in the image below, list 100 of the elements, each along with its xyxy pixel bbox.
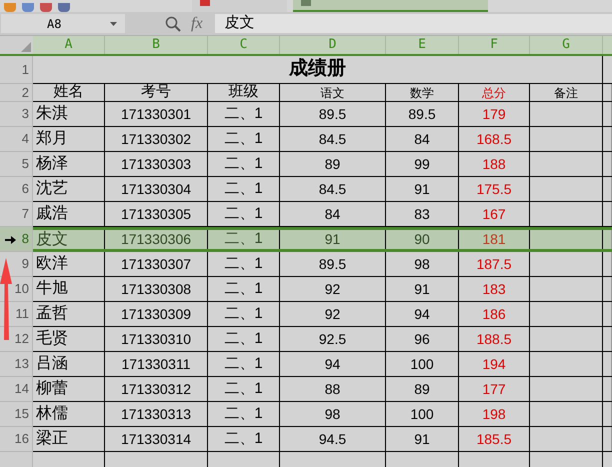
toolbar-icon[interactable] <box>58 3 70 12</box>
score-cell-text: 92.5 <box>318 330 346 348</box>
total-cell-text: 198 <box>482 404 506 424</box>
class-cell-text: 二、1 <box>224 328 263 349</box>
id-cell-text: 171330303 <box>120 154 192 174</box>
column-label: 数学 <box>410 84 434 102</box>
total-cell-text: 167 <box>482 204 506 224</box>
document-icon <box>200 0 210 6</box>
pointer-icon <box>5 236 16 244</box>
name-cell-text: 梁正 <box>36 428 68 449</box>
total-cell-text: 181 <box>482 230 506 249</box>
name-cell-text: 郑月 <box>36 129 68 149</box>
score-cell-text: 91 <box>414 430 430 448</box>
id-cell-text: 171330305 <box>120 204 192 224</box>
score-cell-text: 88 <box>324 380 340 398</box>
score-cell-text: 98 <box>324 404 340 424</box>
score-cell-text: 90 <box>414 230 430 249</box>
score-cell-text: 89 <box>324 154 340 174</box>
score-cell-text: 91 <box>414 280 430 298</box>
column-label: 班级 <box>228 82 258 102</box>
select-all-icon[interactable] <box>21 42 31 52</box>
score-cell-text: 100 <box>410 354 434 374</box>
score-cell-text: 84.5 <box>318 180 346 198</box>
row-number[interactable]: 1 <box>22 60 29 80</box>
formula-field[interactable]: 皮文 <box>214 14 612 33</box>
class-cell-text: 二、1 <box>224 104 263 124</box>
row-number[interactable]: 5 <box>22 154 29 174</box>
class-cell-text: 二、1 <box>224 154 263 174</box>
annotation-arrow-icon <box>0 258 12 340</box>
score-cell-text: 84.5 <box>318 130 346 148</box>
id-cell-text: 171330307 <box>120 254 192 274</box>
total-cell-text: 179 <box>482 104 506 124</box>
zoom-icon[interactable] <box>165 16 181 32</box>
score-cell-text: 94 <box>414 304 430 324</box>
score-cell-text: 83 <box>414 204 430 224</box>
column-label: 语文 <box>320 84 344 102</box>
name-box[interactable]: A8 <box>1 14 125 33</box>
toolbar-icon[interactable] <box>22 3 34 12</box>
total-cell-text: 194 <box>482 354 506 374</box>
name-cell-text: 牛旭 <box>36 278 68 299</box>
name-cell-text: 戚浩 <box>36 204 68 224</box>
total-cell-text: 187.5 <box>476 254 512 274</box>
id-cell-text: 171330304 <box>120 180 192 198</box>
name-cell-text: 柳蕾 <box>36 378 68 399</box>
toolbar-icon[interactable] <box>4 3 16 12</box>
score-cell-text: 89.5 <box>408 104 436 124</box>
sheet-title: 成绩册 <box>289 57 346 82</box>
score-cell-text: 84 <box>324 204 340 224</box>
toolbar-icon[interactable] <box>40 3 52 12</box>
total-cell-text: 175.5 <box>476 180 512 198</box>
id-cell-text: 171330302 <box>120 130 192 148</box>
score-cell-text: 91 <box>414 180 430 198</box>
id-cell-text: 171330310 <box>120 330 192 348</box>
score-cell-text: 94.5 <box>318 430 346 448</box>
class-cell-text: 二、1 <box>224 254 263 274</box>
total-cell-text: 185.5 <box>476 430 512 448</box>
score-cell-text: 99 <box>414 154 430 174</box>
id-cell-text: 171330309 <box>120 304 192 324</box>
id-cell-text: 171330311 <box>121 354 191 374</box>
id-cell-text: 171330306 <box>120 230 192 249</box>
id-cell-text: 171330314 <box>120 430 192 448</box>
document-icon <box>301 0 311 6</box>
class-cell-text: 二、1 <box>224 404 263 424</box>
document-tab[interactable] <box>192 0 287 12</box>
class-cell-text: 二、1 <box>224 278 263 299</box>
column-label: 备注 <box>554 84 578 102</box>
dropdown-caret-icon <box>110 22 117 26</box>
id-cell-text: 171330312 <box>120 380 192 398</box>
name-cell-text: 孟哲 <box>36 304 68 324</box>
total-cell-text: 188 <box>482 154 506 174</box>
name-cell-text: 皮文 <box>36 230 68 250</box>
total-cell-text: 183 <box>482 280 506 298</box>
name-cell-text: 朱淇 <box>36 104 68 124</box>
row-number[interactable]: 9 <box>22 254 29 274</box>
total-cell-text: 177 <box>482 380 506 398</box>
score-cell-text: 100 <box>410 404 434 424</box>
id-cell-text: 171330301 <box>120 104 192 124</box>
row-number[interactable]: 3 <box>22 104 29 124</box>
column-label: 姓名 <box>54 82 84 102</box>
document-tab[interactable] <box>293 0 488 12</box>
total-cell-text: 188.5 <box>476 330 512 348</box>
function-button[interactable]: fx <box>191 12 203 36</box>
score-cell-text: 92 <box>324 304 340 324</box>
row-number[interactable]: 4 <box>22 129 29 149</box>
class-cell-text: 二、1 <box>224 204 263 224</box>
name-cell-text: 沈艺 <box>36 178 68 199</box>
total-cell-text: 186 <box>482 304 506 324</box>
class-cell-text: 二、1 <box>224 304 263 324</box>
row-number[interactable]: 8 <box>22 229 29 249</box>
score-cell-text: 92 <box>324 280 340 298</box>
name-cell-text: 杨泽 <box>36 154 68 174</box>
row-number[interactable]: 6 <box>22 179 29 199</box>
score-cell-text: 89.5 <box>318 104 346 124</box>
column-label: 总分 <box>482 84 506 102</box>
score-cell-text: 94 <box>324 354 340 374</box>
name-cell-text: 吕涵 <box>36 354 68 374</box>
name-cell-text: 欧洋 <box>36 254 68 274</box>
class-cell-text: 二、1 <box>224 229 263 250</box>
class-cell-text: 二、1 <box>224 428 263 449</box>
row-number[interactable]: 7 <box>22 204 29 224</box>
